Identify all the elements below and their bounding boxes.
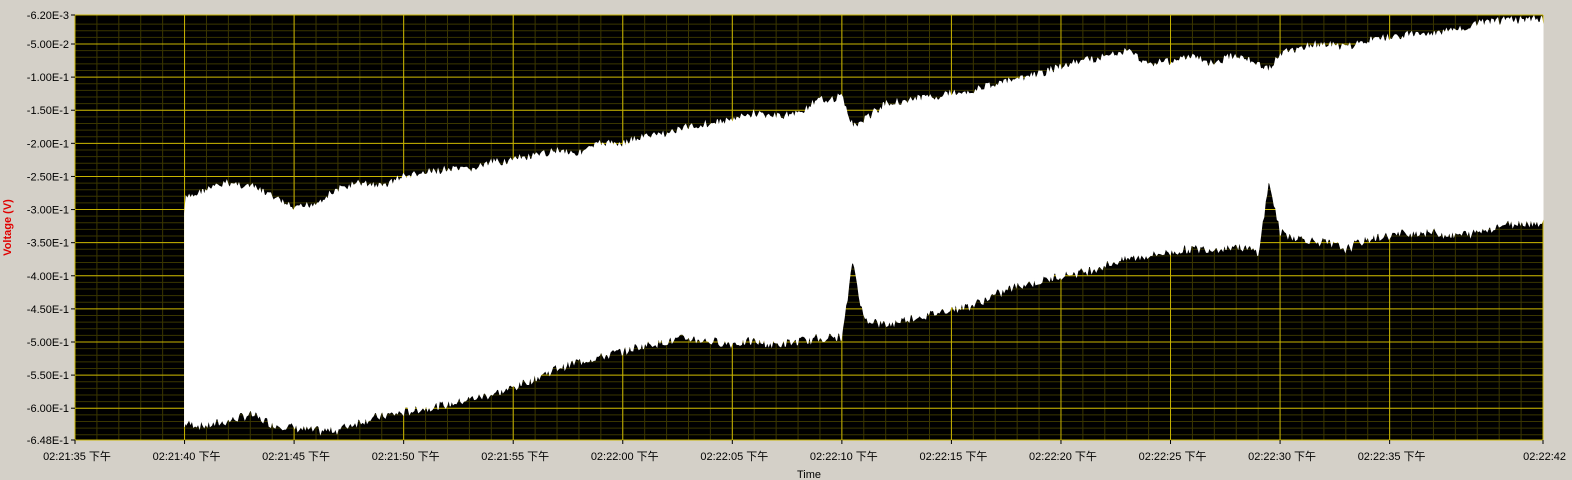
x-tick-label: 02:22:15 下午 — [919, 450, 987, 463]
y-axis-title: Voltage (V) — [2, 199, 14, 256]
y-tick-label: -5.00E-2 — [27, 39, 69, 51]
y-tick-label: -5.00E-1 — [27, 337, 69, 349]
y-tick-label: -1.50E-1 — [27, 105, 69, 117]
chart-svg: -6.20E-3 -5.00E-2 -1.00E-1 -1.50E-1 -2.00E-1… — [2, 10, 1566, 480]
y-tick-label: -5.50E-1 — [27, 370, 69, 382]
x-tick-label: 02:22:20 下午 — [1029, 450, 1097, 463]
x-axis-tick-labels: 02:21:35 下午 02:21:40 下午 02:21:45 下午 02:21:5… — [43, 440, 1566, 463]
y-axis-tick-labels: -6.20E-3 -5.00E-2 -1.00E-1 -1.50E-1 -2.00E-1… — [27, 10, 75, 447]
x-tick-label: 02:22:42 — [1523, 451, 1566, 463]
y-tick-label: -1.00E-1 — [27, 72, 69, 84]
y-tick-label: -6.48E-1 — [27, 435, 69, 447]
y-tick-label: -6.20E-3 — [27, 10, 69, 22]
x-tick-label: 02:22:30 下午 — [1248, 450, 1316, 463]
x-tick-label: 02:21:45 下午 — [262, 450, 330, 463]
x-tick-label: 02:22:10 下午 — [810, 450, 878, 463]
voltage-time-chart: -6.20E-3 -5.00E-2 -1.00E-1 -1.50E-1 -2.00E-1… — [0, 0, 1572, 480]
x-tick-label: 02:21:35 下午 — [43, 450, 111, 463]
y-tick-label: -4.00E-1 — [27, 271, 69, 283]
y-tick-label: -3.50E-1 — [27, 238, 69, 250]
x-axis-title: Time — [797, 469, 821, 480]
x-tick-label: 02:22:35 下午 — [1358, 450, 1426, 463]
y-tick-label: -4.50E-1 — [27, 304, 69, 316]
x-tick-label: 02:21:55 下午 — [481, 450, 549, 463]
x-tick-label: 02:22:25 下午 — [1139, 450, 1207, 463]
y-tick-label: -6.00E-1 — [27, 403, 69, 415]
x-tick-label: 02:21:40 下午 — [153, 450, 221, 463]
x-tick-label: 02:22:05 下午 — [700, 450, 768, 463]
y-tick-label: -2.50E-1 — [27, 171, 69, 183]
x-tick-label: 02:22:00 下午 — [591, 450, 659, 463]
y-tick-label: -3.00E-1 — [27, 205, 69, 217]
x-tick-label: 02:21:50 下午 — [372, 450, 440, 463]
y-tick-label: -2.00E-1 — [27, 138, 69, 150]
